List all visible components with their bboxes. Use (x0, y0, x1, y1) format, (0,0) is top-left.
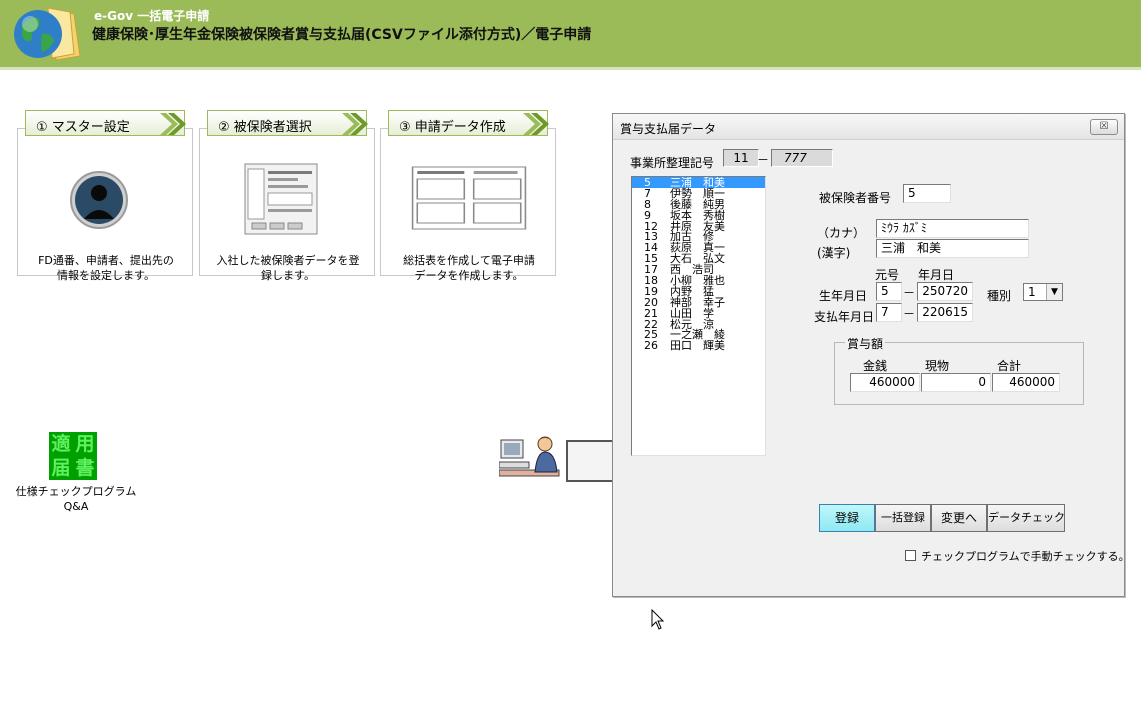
birth-dash: － (903, 286, 916, 300)
app-name: e-Gov 一括電子申請 (94, 9, 210, 23)
goods-amount-input[interactable]: 0 (921, 373, 991, 392)
step-master-settings[interactable]: FD通番、申請者、提出先の 情報を設定します。 ① マスター設定 (17, 110, 193, 282)
spec-check-program-icon[interactable]: 適 用 届 書 (49, 432, 97, 480)
goods-label: 現物 (925, 359, 950, 373)
step-description: FD通番、申請者、提出先の 情報を設定します。 (38, 254, 174, 282)
step-create-application-data[interactable]: 総括表を作成して電子申請 データを作成します。 ③ 申請データ作成 (380, 110, 556, 282)
insured-no-label: 被保険者番号 (819, 191, 892, 205)
kana-name-input[interactable]: ﾐｳﾗ ｶｽﾞﾐ (876, 219, 1029, 238)
app-header: e-Gov 一括電子申請 健康保険･厚生年金保険被保険者賞与支払届(CSVファイ… (0, 0, 1141, 70)
birth-date-label: 生年月日 (819, 289, 868, 303)
payment-dash: － (903, 307, 916, 321)
form-screenshot-thumbnail (244, 163, 318, 235)
list-item-number: 26 (644, 339, 658, 353)
summary-form-thumbnail (411, 166, 527, 230)
cash-amount-input[interactable]: 460000 (850, 373, 920, 392)
close-button[interactable]: ☒ (1090, 119, 1118, 135)
manual-check-checkbox[interactable] (905, 550, 916, 561)
payment-date-label: 支払年月日 (814, 310, 875, 324)
step-box: 入社した被保険者データを登 録します。 (199, 128, 375, 282)
kanji-name-input[interactable]: 三浦 和美 (876, 239, 1029, 258)
desktop: e-Gov 一括電子申請 健康保険･厚生年金保険被保険者賞与支払届(CSVファイ… (0, 0, 1141, 728)
dialog-titlebar[interactable]: 賞与支払届データ ☒ (613, 114, 1124, 140)
step-description: 入社した被保険者データを登 録します。 (216, 254, 360, 282)
step-description: 総括表を作成して電子申請 データを作成します。 (403, 254, 535, 282)
total-amount-input[interactable]: 460000 (992, 373, 1060, 392)
insured-no-input[interactable]: 5 (903, 184, 951, 203)
step-tab-label: ① マスター設定 (36, 120, 130, 135)
kind-select[interactable]: 1 ▼ (1023, 283, 1063, 301)
list-item-name: 田口 輝美 (670, 339, 725, 353)
globe-folder-logo-icon (14, 7, 81, 61)
birth-date-input[interactable]: 250720 (917, 282, 973, 301)
data-check-button[interactable]: データチェック (987, 504, 1065, 532)
bonus-payment-dialog: 賞与支払届データ ☒ 事業所整理記号 11 － 777 5 三浦 和美 7 伊勢 順一… (612, 113, 1130, 597)
step-tab[interactable]: ② 被保険者選択 (207, 110, 368, 136)
payment-era-input[interactable]: 7 (876, 303, 902, 322)
chevron-right-icon (160, 113, 186, 135)
list-item[interactable]: 26 田口 輝美 (632, 340, 765, 351)
background-window-fragment (566, 440, 614, 482)
bulk-register-button[interactable]: 一括登録 (875, 504, 931, 532)
kanji-name-label: (漢字) (817, 246, 851, 260)
office-code-1: 11 (723, 149, 759, 167)
step-insured-select[interactable]: 入社した被保険者データを登 録します。 ② 被保険者選択 (199, 110, 375, 282)
register-button[interactable]: 登録 (819, 504, 875, 532)
chevron-right-icon (342, 113, 368, 135)
step-tab-label: ③ 申請データ作成 (399, 120, 506, 135)
date-header: 年月日 (918, 268, 955, 282)
cash-label: 金銭 (863, 359, 888, 373)
dialog-title: 賞与支払届データ (620, 122, 717, 136)
chevron-right-icon (523, 113, 549, 135)
step-box: 総括表を作成して電子申請 データを作成します。 (380, 128, 556, 282)
list-item[interactable]: 21 山田 学 (632, 308, 765, 319)
era-header: 元号 (875, 268, 900, 282)
list-item[interactable]: 9 坂本 秀樹 (632, 210, 765, 221)
step-box: FD通番、申請者、提出先の 情報を設定します。 (17, 128, 193, 282)
bonus-amount-group: 賞与額 金銭 現物 合計 460000 0 460000 (834, 335, 1084, 405)
office-code-label: 事業所整理記号 (630, 156, 715, 170)
kind-label: 種別 (987, 289, 1012, 303)
spec-check-program-label[interactable]: 仕様チェックプログラム Q&A (14, 484, 138, 514)
change-button[interactable]: 変更へ (931, 504, 987, 532)
office-code-dash: － (757, 153, 770, 167)
manual-check-label: チェックプログラムで手動チェックする。 (921, 550, 1130, 563)
total-label: 合計 (997, 359, 1022, 373)
step-tab[interactable]: ③ 申請データ作成 (388, 110, 549, 136)
chevron-down-icon[interactable]: ▼ (1046, 284, 1062, 300)
office-code-2: 777 (771, 149, 833, 167)
bonus-group-title: 賞与額 (845, 335, 886, 352)
step-tab[interactable]: ① マスター設定 (25, 110, 186, 136)
page-title: 健康保険･厚生年金保険被保険者賞与支払届(CSVファイル添付方式)／電子申請 (92, 27, 592, 43)
mouse-cursor-icon (651, 609, 665, 630)
user-avatar-icon (70, 171, 128, 229)
insured-list[interactable]: 5 三浦 和美 7 伊勢 順一 8 後藤 純男 9 坂本 秀樹 12 井原 友美 13 加古 修 14 荻… (631, 176, 766, 456)
birth-era-input[interactable]: 5 (876, 282, 902, 301)
operator-illustration-icon (499, 436, 560, 477)
kana-name-label: （カナ） (817, 226, 866, 240)
payment-date-input[interactable]: 220615 (917, 303, 973, 322)
step-tab-label: ② 被保険者選択 (218, 120, 312, 135)
